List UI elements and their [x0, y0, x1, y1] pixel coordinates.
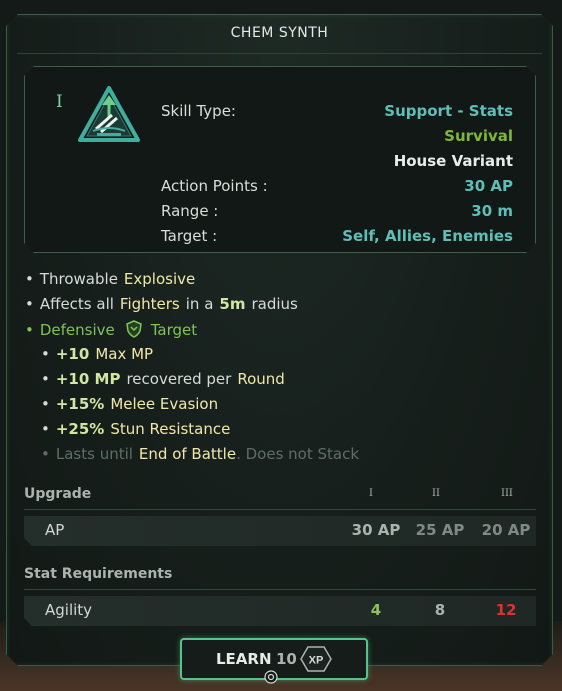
effect-max-mp: • +10 Max MP	[41, 345, 159, 367]
effect-text: recovered per	[126, 370, 232, 388]
effect-text: . Does not Stack	[236, 445, 360, 463]
info-row-action-points: Action Points : 30 AP	[161, 177, 513, 201]
bullet: •	[41, 420, 50, 438]
skill-tooltip-panel: CHEM SYNTH I Skill Type: Support - Stats…	[6, 14, 553, 666]
info-key: Action Points :	[161, 177, 268, 195]
effect-highlight: Melee Evasion	[110, 395, 219, 413]
effect-melee-evasion: • +15% Melee Evasion	[41, 395, 224, 417]
info-value: Self, Allies, Enemies	[342, 227, 513, 245]
bullet: •	[25, 270, 34, 288]
effect-highlight: Explosive	[123, 270, 196, 288]
stat-requirements-heading: Stat Requirements	[24, 566, 173, 582]
info-key: Skill Type:	[161, 102, 236, 120]
requirement-value-3: 12	[495, 601, 517, 619]
tier-label-2: II	[432, 488, 440, 499]
info-row-target: Target : Self, Allies, Enemies	[161, 227, 513, 251]
info-row-range: Range : 30 m	[161, 202, 513, 226]
effect-text: Defensive	[39, 321, 115, 339]
effect-text: Target	[150, 321, 198, 339]
xp-icon-label: XP	[309, 655, 324, 667]
xp-icon: XP	[300, 646, 332, 672]
requirement-value-2: 8	[434, 601, 446, 619]
effect-number: +10 MP	[55, 370, 121, 388]
effect-highlight: End of Battle	[138, 445, 237, 463]
bullet: •	[25, 295, 34, 313]
requirement-row-agility: Agility 4 8 12	[24, 596, 536, 626]
tier-label-1: I	[369, 488, 373, 499]
info-value: Support - Stats	[384, 102, 513, 120]
info-row-variant: House Variant	[161, 152, 513, 176]
effect-highlight: Fighters	[119, 295, 180, 313]
info-value: Survival	[444, 127, 513, 145]
effect-area: • Affects all Fighters in a 5m radius	[25, 295, 304, 317]
bullet: •	[41, 395, 50, 413]
upgrade-value-1: 30 AP	[351, 521, 401, 539]
row-label: Agility	[45, 601, 93, 619]
bullet: •	[41, 370, 50, 388]
effect-duration: • Lasts until End of Battle. Does not Stac…	[41, 445, 365, 467]
effect-throwable: • Throwable Explosive	[25, 270, 201, 292]
effect-highlight: Round	[237, 370, 285, 388]
info-key: Range :	[161, 202, 219, 220]
row-label: AP	[45, 521, 65, 539]
effect-defensive: • Defensive Target	[25, 320, 203, 342]
shield-icon	[125, 320, 143, 338]
skill-info-box: I Skill Type: Support - Stats Survival H…	[24, 66, 536, 253]
skill-title: CHEM SYNTH	[230, 25, 329, 41]
effect-text: in a	[185, 295, 214, 313]
bullet: •	[25, 321, 34, 339]
effect-number: 5m	[219, 295, 246, 313]
effect-stun-resistance: • +25% Stun Resistance	[41, 420, 236, 442]
effect-mp-regen: • +10 MP recovered per Round	[41, 370, 291, 392]
requirements-divider	[24, 589, 536, 590]
bullet: •	[41, 445, 50, 463]
effect-number: +10	[55, 345, 90, 363]
upgrade-heading: Upgrade	[24, 486, 92, 502]
chem-synth-skill-icon	[77, 85, 141, 145]
effect-text: Affects all	[39, 295, 114, 313]
title-divider	[17, 53, 542, 54]
effect-highlight: Stun Resistance	[110, 420, 231, 438]
info-value: 30 m	[471, 202, 513, 220]
info-row-skill-type: Skill Type: Support - Stats	[161, 102, 513, 126]
info-value: 30 AP	[464, 177, 513, 195]
gamepad-button-icon	[264, 670, 278, 684]
upgrade-divider	[24, 509, 536, 510]
effect-text: Throwable	[39, 270, 118, 288]
tier-numeral: I	[56, 92, 63, 112]
effect-number: +15%	[55, 395, 105, 413]
effect-text: radius	[251, 295, 298, 313]
bullet: •	[41, 345, 50, 363]
upgrade-row-ap: AP 30 AP 25 AP 20 AP	[24, 516, 536, 546]
info-value: House Variant	[393, 152, 513, 170]
upgrade-value-2: 25 AP	[415, 521, 465, 539]
info-key: Target :	[161, 227, 218, 245]
learn-label: LEARN	[216, 650, 272, 668]
info-row-category: Survival	[161, 127, 513, 151]
effect-text: Lasts until	[55, 445, 133, 463]
upgrade-value-3: 20 AP	[481, 521, 531, 539]
effect-highlight: Max MP	[95, 345, 154, 363]
learn-cost: 10	[276, 650, 297, 668]
tier-label-3: III	[501, 488, 513, 499]
effect-number: +25%	[55, 420, 105, 438]
requirement-value-1: 4	[370, 601, 382, 619]
